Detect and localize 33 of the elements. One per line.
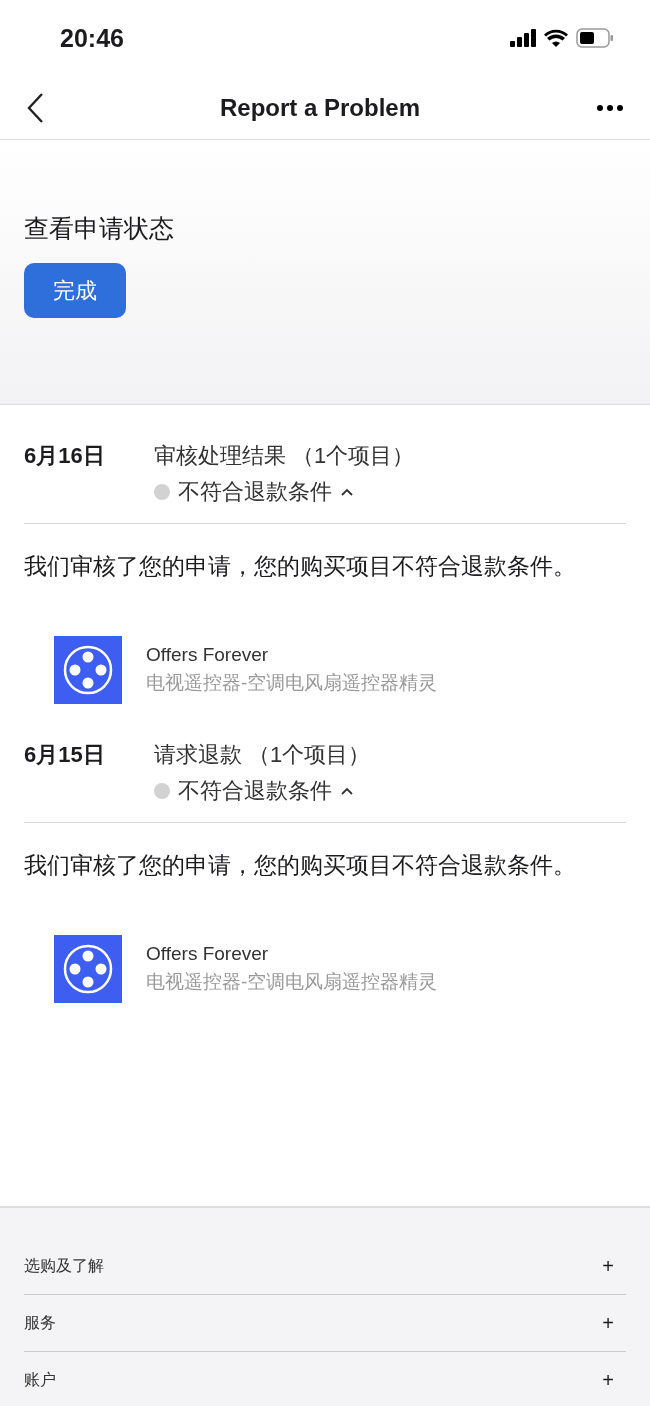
footer-link[interactable]: 选购及了解 [24, 1255, 104, 1277]
expand-sign[interactable]: + [602, 1311, 626, 1335]
footer-link[interactable]: 服务 [24, 1312, 56, 1334]
entry-date: 6月15日 [24, 741, 106, 769]
status-dot [154, 484, 170, 500]
developer-name: Offers Forever [146, 644, 270, 666]
status-dot [154, 783, 170, 799]
expand-sign[interactable]: + [602, 1368, 626, 1392]
developer-name: Offers Forever [146, 943, 270, 965]
status-text: 不符合退款条件 [178, 478, 332, 506]
nav-title: Report a Problem [219, 93, 420, 122]
app-name: 电视遥控器-空调电风扇遥控器精灵 [146, 671, 438, 695]
expand-sign[interactable]: + [602, 1254, 626, 1278]
app-icon [54, 636, 122, 704]
wifi-icon [544, 29, 568, 47]
app-name: 电视遥控器-空调电风扇遥控器精灵 [146, 970, 438, 994]
caret-icon[interactable] [340, 487, 354, 497]
entry-message: 我们审核了您的申请，您的购买项目不符合退款条件。 [24, 851, 577, 880]
caret-icon[interactable] [340, 786, 354, 796]
entry-date: 6月16日 [24, 442, 106, 470]
app-icon [54, 935, 122, 1003]
more-icon[interactable] [596, 103, 624, 112]
battery-icon [576, 28, 614, 48]
back-icon[interactable] [26, 91, 44, 124]
status-text: 不符合退款条件 [178, 777, 332, 805]
done-button[interactable]: 完成 [24, 263, 126, 318]
entry-title: 请求退款 （1个项目） [154, 741, 372, 769]
page-heading: 查看申请状态 [24, 213, 175, 244]
status-time: 20:46 [60, 23, 124, 53]
entry-message: 我们审核了您的申请，您的购买项目不符合退款条件。 [24, 552, 577, 581]
entry-title: 审核处理结果 （1个项目） [154, 442, 416, 470]
signal-icon [510, 29, 536, 47]
footer-link[interactable]: 账户 [24, 1369, 56, 1391]
